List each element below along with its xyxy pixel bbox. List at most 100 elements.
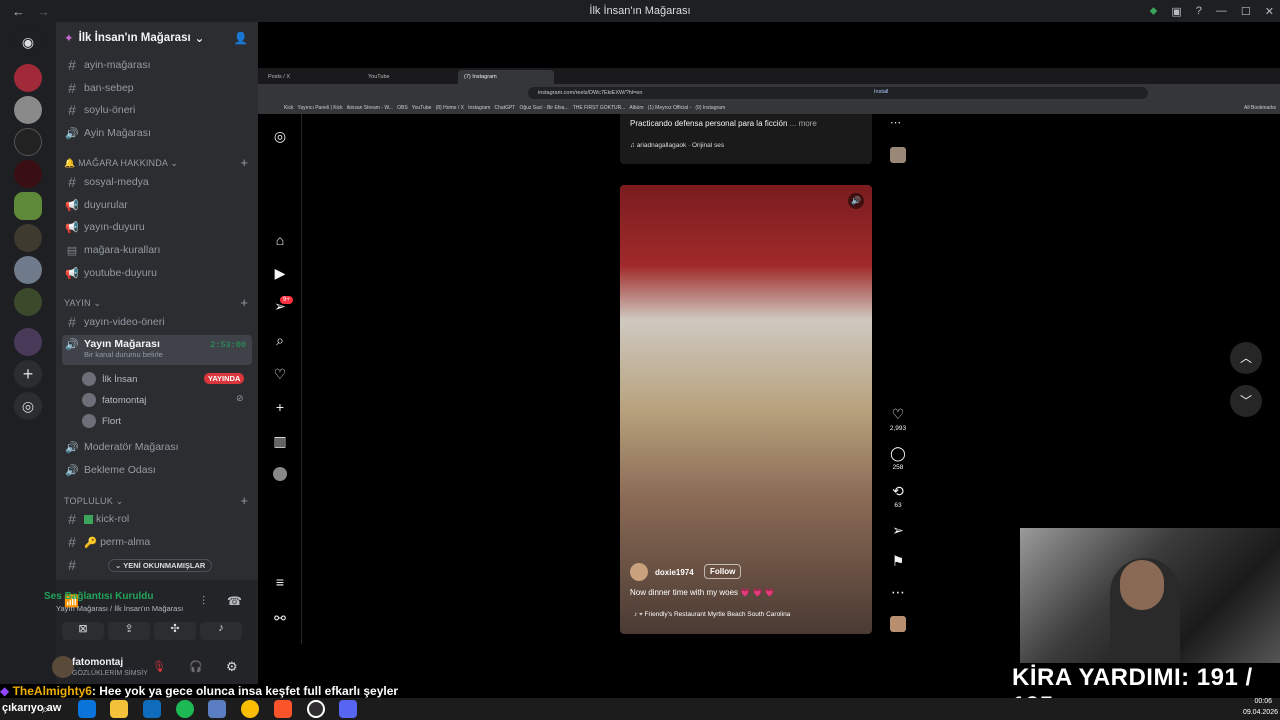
create-channel-icon[interactable]: + (240, 155, 248, 170)
channel-item[interactable]: # ayin-mağarası (62, 55, 252, 75)
announcement-channel[interactable]: 📢 duyurular (62, 195, 252, 215)
server-icon[interactable] (14, 256, 42, 284)
more-link[interactable]: ... more (790, 119, 817, 128)
home-icon[interactable]: ⌂ (270, 230, 290, 250)
create-icon[interactable]: + (270, 397, 290, 417)
voice-user[interactable]: fatomontaj (82, 393, 146, 407)
save-button[interactable]: ⚑ (884, 553, 912, 570)
edge-icon[interactable] (78, 700, 96, 718)
more-options-icon[interactable]: ⋯ (890, 116, 901, 129)
server-icon[interactable] (14, 328, 42, 356)
server-icon[interactable] (14, 128, 42, 156)
channel-status[interactable]: Bir kanal durumu belirle (84, 350, 163, 359)
browser-tab-active[interactable]: (7) Instagram (458, 70, 554, 84)
channel-item[interactable]: # soylu-öneri (62, 100, 252, 120)
server-icon[interactable] (14, 224, 42, 252)
like-button[interactable]: ♡ 2,993 (884, 406, 912, 432)
browser-tab[interactable]: Posts / X (262, 70, 358, 84)
next-reel-button[interactable]: ﹀ (1230, 385, 1262, 417)
camera-button[interactable]: ⊠ (62, 622, 104, 640)
discord-icon[interactable] (339, 700, 357, 718)
clock-date[interactable]: 09.04.2026 (1243, 709, 1278, 716)
inbox-icon[interactable]: ▣ (1171, 5, 1181, 18)
channel-item[interactable]: # yayın-video-öneri (62, 312, 252, 332)
reel-location[interactable]: ♪ ⌖ Friendly's Restaurant Myrtle Beach S… (634, 611, 790, 619)
clock-time[interactable]: 00:06 (1254, 698, 1272, 705)
server-header[interactable]: ✦ İlk İnsan'ın Mağarası ⌄ 👤 (56, 22, 258, 54)
server-icon[interactable] (14, 64, 42, 92)
spotify-icon[interactable] (176, 700, 194, 718)
screen-share-button[interactable]: ⇪ (108, 622, 150, 640)
disconnect-icon[interactable]: ☎ (227, 594, 242, 608)
browser-tab[interactable]: YouTube (362, 70, 458, 84)
channel-item[interactable]: # ban-sebep (62, 78, 252, 98)
rules-channel[interactable]: ▤ mağara-kuralları (62, 240, 252, 260)
reels-icon[interactable]: ▶ (270, 263, 290, 283)
voice-channel-item[interactable]: 🔊 Moderatör Mağarası (62, 437, 252, 457)
server-icon-active[interactable] (14, 192, 42, 220)
dashboard-icon[interactable]: ▥ (270, 431, 290, 451)
connection-status[interactable]: Ses Bağlantısı Kuruldu (44, 591, 206, 602)
install-button[interactable]: Install (874, 89, 888, 95)
channel-item[interactable]: # sosyal-medya (62, 172, 252, 192)
discover-icon[interactable]: ◎ (14, 392, 42, 420)
category-header[interactable]: TOPLULUK ⌄ (64, 496, 123, 507)
create-channel-icon[interactable]: + (240, 295, 248, 310)
server-icon[interactable] (14, 96, 42, 124)
sound-icon[interactable]: 🔊 (848, 193, 864, 209)
search-icon[interactable]: ⌕ (42, 700, 60, 718)
active-voice-channel[interactable]: 🔊 Yayın Mağarası Bir kanal durumu belirl… (62, 335, 252, 365)
headphones-icon[interactable]: 🎧 (189, 660, 203, 673)
back-arrow-icon[interactable]: ← (12, 4, 25, 19)
nitro-icon[interactable]: ⬥ (1150, 5, 1158, 18)
minimize-icon[interactable]: — (1216, 5, 1227, 17)
brave-icon[interactable] (274, 700, 292, 718)
gear-icon[interactable]: ⚙ (226, 659, 238, 675)
follow-button[interactable]: Follow (704, 564, 742, 579)
search-icon[interactable]: ⌕ (270, 330, 290, 350)
announcement-channel[interactable]: 📢 yayın-duyuru (62, 217, 252, 237)
channel-item[interactable]: # 🔑 perm-alma (62, 532, 252, 552)
add-server-icon[interactable]: + (14, 360, 42, 388)
announcement-channel[interactable]: 📢 youtube-duyuru (62, 263, 252, 283)
maximize-icon[interactable]: ☐ (1241, 5, 1251, 18)
more-options-button[interactable]: ⋯ (884, 584, 912, 601)
share-button[interactable]: ➢ (884, 522, 912, 539)
mute-icon[interactable]: 🎙 (152, 660, 166, 673)
username[interactable]: fatomontaj (72, 657, 123, 668)
meta-icon[interactable]: ⚯ (270, 608, 290, 628)
calculator-icon[interactable] (208, 700, 226, 718)
invite-icon[interactable]: 👤 (234, 31, 248, 45)
voice-user[interactable]: Flort (82, 414, 121, 428)
discord-home-icon[interactable]: ◉ (14, 28, 42, 56)
activities-button[interactable]: ✣ (154, 622, 196, 640)
category-header[interactable]: 🔔 MAĞARA HAKKINDA ⌄ (64, 158, 178, 169)
server-icon[interactable] (14, 288, 42, 316)
menu-icon[interactable]: ≡ (270, 572, 290, 592)
profile-avatar-icon[interactable] (270, 464, 290, 484)
help-icon[interactable]: ? (1196, 5, 1202, 17)
comment-button[interactable]: ◯ 258 (884, 445, 912, 471)
previous-audio[interactable]: ♫ ariadnagallagaok · Orijinal ses (630, 142, 724, 149)
soundboard-button[interactable]: ♪ (200, 622, 242, 640)
voice-user[interactable]: İlk İnsan (82, 372, 137, 386)
audio-avatar[interactable] (890, 616, 906, 632)
audio-avatar[interactable] (890, 147, 906, 163)
close-icon[interactable]: ✕ (1265, 5, 1274, 18)
reel-author-avatar[interactable] (630, 563, 648, 581)
reel-author[interactable]: doxie1974 (655, 568, 694, 577)
store-icon[interactable] (143, 700, 161, 718)
forward-arrow-icon[interactable]: → (37, 4, 50, 19)
repost-button[interactable]: ⟲ 63 (884, 483, 912, 509)
connection-location[interactable]: Yayın Mağarası / İlk İnsan'ın Mağarası (56, 604, 183, 613)
reel-video[interactable]: 🔊 doxie1974 Follow Now dinner time with … (620, 185, 872, 634)
url-bar[interactable]: instagram.com/reels/DWc7EkiEXW/?hl=en (528, 87, 1148, 99)
create-channel-icon[interactable]: + (240, 493, 248, 508)
avatar[interactable] (52, 656, 74, 678)
channel-item[interactable]: # kick-rol (62, 509, 252, 529)
noise-suppression-icon[interactable]: ⫶ (202, 594, 205, 609)
heart-icon[interactable]: ♡ (270, 364, 290, 384)
previous-reel-button[interactable]: ︿ (1230, 342, 1262, 374)
unread-pill[interactable]: ⌄ YENİ OKUNMAMIŞLAR (108, 559, 213, 572)
server-icon[interactable] (14, 160, 42, 188)
